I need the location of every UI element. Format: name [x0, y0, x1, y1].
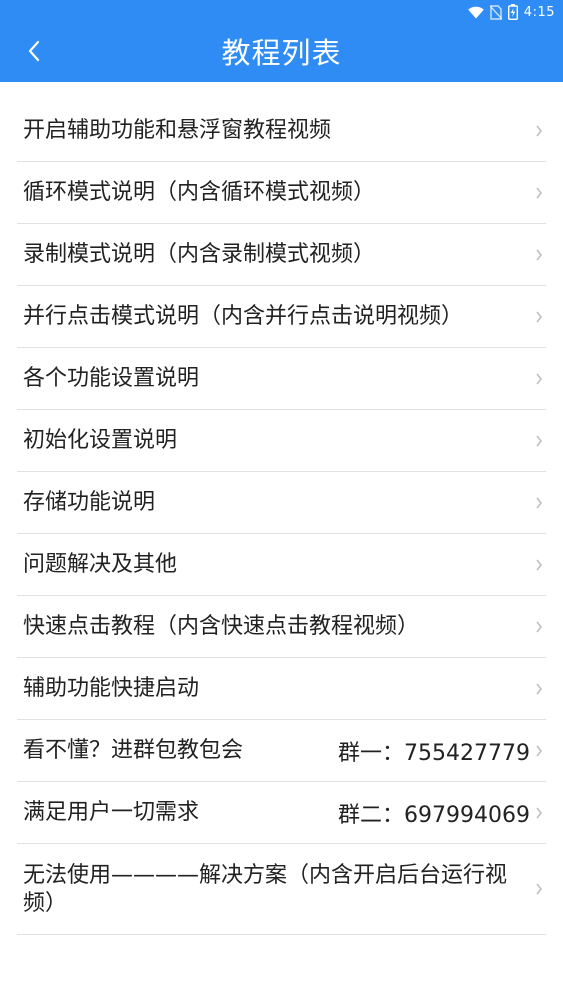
- chevron-right-icon: [534, 806, 544, 820]
- list-item-label: 开启辅助功能和悬浮窗教程视频: [23, 117, 332, 143]
- chevron-right-icon: [534, 496, 544, 510]
- tutorial-list: 开启辅助功能和悬浮窗教程视频 循环模式说明（内含循环模式视频） 录制模式说明（内…: [17, 100, 546, 935]
- list-item[interactable]: 快速点击教程（内含快速点击教程视频）: [17, 596, 546, 658]
- chevron-right-icon: [534, 310, 544, 324]
- status-icons: 4:15: [467, 3, 555, 21]
- list-item[interactable]: 问题解决及其他: [17, 534, 546, 596]
- chevron-right-icon: [534, 124, 544, 138]
- chevron-right-icon: [534, 744, 544, 758]
- list-item-qq-group-2[interactable]: 满足用户一切需求 群二：697994069: [17, 782, 546, 844]
- chevron-right-icon: [534, 434, 544, 448]
- list-item-label: 存储功能说明: [23, 489, 156, 515]
- page-title: 教程列表: [221, 36, 342, 70]
- list-item[interactable]: 辅助功能快捷启动: [17, 658, 546, 720]
- chevron-right-icon: [534, 620, 544, 634]
- chevron-right-icon: [534, 186, 544, 200]
- list-item[interactable]: 存储功能说明: [17, 472, 546, 534]
- list-item-qq-group-1[interactable]: 看不懂？进群包教包会 群一：755427779: [17, 720, 546, 782]
- list-item[interactable]: 录制模式说明（内含录制模式视频）: [17, 224, 546, 286]
- list-item-label: 快速点击教程（内含快速点击教程视频）: [23, 613, 420, 639]
- status-bar: 4:15: [0, 0, 563, 24]
- chevron-right-icon: [534, 248, 544, 262]
- list-item-label: 循环模式说明（内含循环模式视频）: [23, 179, 376, 205]
- wifi-icon: [467, 6, 484, 19]
- list-item-label: 问题解决及其他: [23, 551, 178, 577]
- list-item-label: 无法使用————解决方案（内含开启后台运行视频）: [23, 863, 508, 916]
- chevron-right-icon: [534, 682, 544, 696]
- navigation-bar: 教程列表: [0, 24, 563, 82]
- chevron-right-icon: [534, 882, 544, 896]
- list-item[interactable]: 各个功能设置说明: [17, 348, 546, 410]
- list-item[interactable]: 无法使用————解决方案（内含开启后台运行视频）: [17, 844, 546, 935]
- list-item[interactable]: 开启辅助功能和悬浮窗教程视频: [17, 100, 546, 162]
- list-item-label: 并行点击模式说明（内含并行点击说明视频）: [23, 303, 464, 329]
- list-item[interactable]: 并行点击模式说明（内含并行点击说明视频）: [17, 286, 546, 348]
- chevron-right-icon: [534, 558, 544, 572]
- list-item-label: 辅助功能快捷启动: [23, 675, 200, 701]
- qq-group-number: 群一：755427779: [338, 740, 530, 766]
- app-header: 4:15 教程列表: [0, 0, 563, 82]
- battery-icon: [507, 4, 518, 20]
- no-sim-icon: [489, 4, 502, 20]
- status-time: 4:15: [523, 4, 555, 20]
- list-item-label: 录制模式说明（内含录制模式视频）: [23, 241, 376, 267]
- list-item-label: 初始化设置说明: [23, 427, 178, 453]
- list-item-label: 各个功能设置说明: [23, 365, 200, 391]
- list-item[interactable]: 循环模式说明（内含循环模式视频）: [17, 162, 546, 224]
- list-item[interactable]: 初始化设置说明: [17, 410, 546, 472]
- qq-group-number: 群二：697994069: [338, 802, 530, 828]
- chevron-right-icon: [534, 372, 544, 386]
